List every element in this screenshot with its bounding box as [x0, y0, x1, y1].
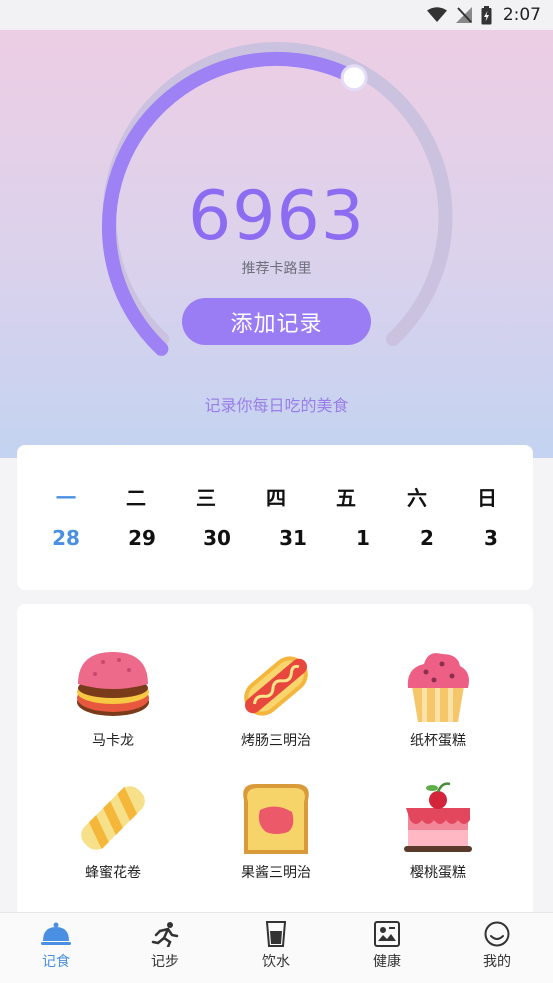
add-record-button[interactable]: 添加记录 [182, 298, 371, 345]
running-icon [151, 922, 179, 947]
date-cell[interactable]: 28 [36, 526, 96, 550]
weekday-wed[interactable]: 三 [176, 482, 236, 511]
week-calendar: 一 二 三 四 五 六 日 28 29 30 31 1 2 3 [17, 445, 533, 590]
tab-mine[interactable]: 我的 [457, 921, 537, 971]
tab-label: 我的 [483, 954, 511, 970]
food-label: 樱桃蛋糕 [410, 865, 466, 881]
food-label: 烤肠三明治 [241, 733, 311, 749]
tab-label: 饮水 [262, 954, 290, 970]
date-cell[interactable]: 2 [397, 526, 457, 550]
status-bar: 2:07 [0, 0, 553, 30]
bottom-tab-bar: 记食 记步 饮水 健康 我的 [0, 912, 553, 983]
battery-icon [481, 5, 492, 24]
date-cell[interactable]: 31 [263, 526, 323, 550]
weekday-thu[interactable]: 四 [246, 482, 306, 511]
weekday-sun[interactable]: 日 [457, 482, 517, 511]
food-item-cherry-cake[interactable]: 樱桃蛋糕 [373, 780, 503, 882]
food-item-honey-roll[interactable]: 蜂蜜花卷 [48, 780, 178, 882]
honey-roll-icon [81, 786, 145, 850]
tab-steps[interactable]: 记步 [125, 921, 205, 971]
date-cell[interactable]: 29 [112, 526, 172, 550]
tab-water[interactable]: 饮水 [236, 921, 316, 971]
jam-sandwich-icon [243, 784, 309, 854]
weekday-sat[interactable]: 六 [387, 482, 447, 511]
food-item-macaron[interactable]: 马卡龙 [48, 648, 178, 750]
tab-food[interactable]: 记食 [16, 921, 96, 971]
food-item-hotdog-sandwich[interactable]: 烤肠三明治 [211, 648, 341, 750]
hotdog-icon [244, 656, 308, 716]
food-label: 果酱三明治 [241, 865, 311, 881]
weekday-mon[interactable]: 一 [36, 482, 96, 511]
weekday-tue[interactable]: 二 [106, 482, 166, 511]
date-cell[interactable]: 3 [461, 526, 521, 550]
food-grid: 马卡龙 烤肠三明治 纸杯蛋糕 蜂蜜花卷 果酱三明治 樱桃蛋糕 [17, 604, 533, 924]
smile-icon [484, 921, 510, 947]
date-cell[interactable]: 30 [187, 526, 247, 550]
cupcake-icon [407, 653, 469, 722]
status-time: 2:07 [502, 5, 541, 25]
health-card-icon [374, 921, 400, 947]
water-cup-icon [265, 921, 287, 947]
no-signal-icon [455, 7, 472, 23]
cherry-cake-icon [404, 782, 472, 852]
food-item-jam-sandwich[interactable]: 果酱三明治 [211, 780, 341, 882]
tab-health[interactable]: 健康 [347, 921, 427, 971]
macaron-icon [77, 652, 149, 716]
food-label: 马卡龙 [92, 733, 134, 749]
calorie-label: 推荐卡路里 [241, 261, 312, 277]
gauge-knob [340, 64, 368, 92]
food-label: 纸杯蛋糕 [410, 733, 466, 749]
tab-label: 记步 [151, 954, 179, 970]
weekday-fri[interactable]: 五 [316, 482, 376, 511]
food-cloche-icon [41, 922, 71, 945]
tab-label: 记食 [42, 954, 70, 970]
food-label: 蜂蜜花卷 [85, 865, 141, 881]
date-cell[interactable]: 1 [333, 526, 393, 550]
tab-label: 健康 [373, 954, 401, 970]
hero-subtitle: 记录你每日吃的美食 [204, 396, 349, 415]
calorie-value: 6963 [187, 177, 366, 256]
food-item-cupcake[interactable]: 纸杯蛋糕 [373, 648, 503, 750]
wifi-icon [426, 7, 447, 22]
